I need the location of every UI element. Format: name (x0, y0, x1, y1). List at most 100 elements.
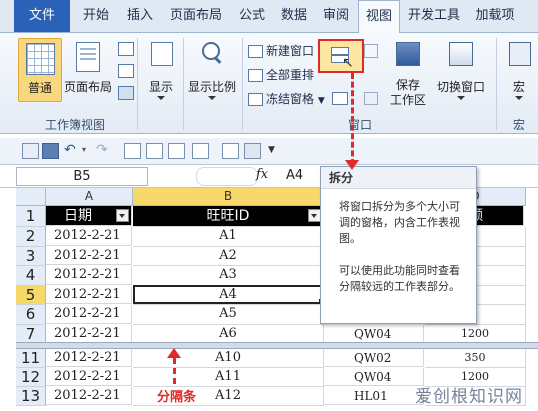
freeze-panes-icon (248, 93, 263, 106)
show-dropdown-icon (157, 96, 165, 100)
macros-icon (509, 42, 531, 66)
header-cell-id[interactable]: 旺旺ID (133, 206, 324, 227)
cell-date[interactable]: 2012-2-21 (46, 387, 132, 405)
row-header[interactable]: 6 (16, 305, 46, 325)
excel-icon[interactable] (22, 143, 39, 159)
normal-view-icon (26, 43, 55, 75)
tab-file[interactable]: 文件 (14, 0, 70, 32)
filter-dropdown-icon[interactable] (116, 209, 129, 222)
split-tooltip: 拆分 将窗口拆分为多个大小可调的窗格，内含工作表视图。 可以使用此功能同时查看分… (320, 166, 477, 324)
row-header[interactable]: 1 (16, 206, 46, 227)
redo-icon[interactable]: ↷ (96, 143, 111, 157)
cell-date[interactable]: 2012-2-21 (46, 285, 132, 304)
split-bar[interactable] (16, 342, 538, 349)
row-header[interactable]: 4 (16, 266, 46, 286)
save-icon[interactable] (42, 143, 59, 159)
cell-id[interactable]: A5 (133, 305, 324, 325)
cell-id[interactable]: A10 (133, 349, 324, 368)
freeze-panes-button[interactable]: 冻结窗格 ▼ (248, 90, 325, 107)
hide-window-icon[interactable] (332, 92, 348, 105)
page-break-preview-icon[interactable] (118, 42, 134, 56)
tab-page-layout[interactable]: 页面布局 (162, 0, 230, 32)
row-header[interactable]: 5 (16, 285, 46, 305)
cell-code[interactable]: QW02 (324, 349, 424, 367)
undo-icon[interactable]: ↶ (64, 143, 79, 157)
cell-date[interactable]: 2012-2-21 (46, 349, 132, 367)
tooltip-usage: 可以使用此功能同时查看分隔较远的工作表部分。 (339, 264, 460, 293)
new-window-button[interactable]: 新建窗口 (248, 42, 314, 59)
macros-button[interactable]: 宏 (502, 38, 536, 100)
arrange-all-button[interactable]: 全部重排 (248, 66, 314, 83)
name-box[interactable]: B5 (16, 167, 148, 186)
printer-icon[interactable] (244, 143, 261, 159)
split-bar-arrow-head-icon (167, 348, 181, 358)
unhide-window-icon[interactable] (364, 92, 378, 105)
tab-addins[interactable]: 加载项 (468, 0, 522, 32)
tab-insert[interactable]: 插入 (120, 0, 160, 32)
formula-input[interactable]: A4 (286, 168, 303, 183)
cell-code[interactable]: QW04 (324, 324, 424, 343)
tab-data[interactable]: 数据 (274, 0, 314, 32)
zoom-button[interactable]: 显示比例 (186, 38, 238, 100)
separator (137, 38, 138, 130)
cell-id[interactable]: A2 (133, 246, 324, 266)
magnifier-handle-icon (213, 56, 222, 64)
page-layout-button[interactable]: 页面布局 (62, 38, 114, 100)
column-header-a[interactable]: A (46, 188, 133, 206)
cell-date[interactable]: 2012-2-21 (46, 368, 132, 386)
freeze-panes-label: 冻结窗格 (266, 92, 315, 106)
separator (496, 38, 497, 130)
print-preview-icon[interactable] (124, 143, 141, 159)
cell-id[interactable]: A1 (133, 227, 324, 247)
switch-window-label: 切换窗口 (436, 80, 485, 94)
save-workspace-icon (396, 42, 420, 66)
copy-icon[interactable] (146, 143, 163, 159)
shape-icon[interactable] (192, 143, 209, 159)
formula-divider (196, 167, 258, 186)
row-header[interactable]: 12 (16, 368, 46, 387)
show-button[interactable]: 显示 (144, 38, 178, 100)
cell-code[interactable]: QW04 (324, 368, 424, 386)
cell-id[interactable]: A3 (133, 266, 324, 286)
cell-code[interactable]: HL01 (324, 387, 424, 405)
group-label-window: 窗口 (347, 118, 372, 132)
row-header[interactable]: 13 (16, 387, 46, 406)
sheet-icon[interactable] (222, 143, 239, 159)
cell-date[interactable]: 2012-2-21 (46, 227, 132, 246)
undo-dropdown-icon[interactable]: ▾ (82, 143, 97, 157)
side-by-side-icon[interactable] (364, 44, 378, 58)
custom-views-icon[interactable] (118, 64, 134, 78)
cell-date[interactable]: 2012-2-21 (46, 246, 132, 265)
row-header[interactable]: 11 (16, 349, 46, 368)
tab-developer[interactable]: 开发工具 (402, 0, 466, 32)
fx-icon[interactable]: fx (256, 167, 268, 182)
cell-date[interactable]: 2012-2-21 (46, 305, 132, 324)
customize-qat-icon[interactable]: ▼ (268, 143, 283, 157)
separator (242, 38, 243, 130)
header-cell-date[interactable]: 日期 (46, 206, 132, 226)
cell-id[interactable]: A11 (133, 368, 324, 387)
tab-formulas[interactable]: 公式 (232, 0, 272, 32)
row-header[interactable]: 3 (16, 246, 46, 266)
header-id-label: 旺旺ID (206, 208, 250, 224)
full-screen-icon[interactable] (118, 86, 134, 100)
cell-amount[interactable]: 350 (425, 349, 526, 368)
save-workspace-button[interactable]: 保存 工作区 (386, 38, 430, 108)
split-button[interactable]: ↖ (318, 39, 364, 73)
group-label-macros: 宏 (512, 118, 525, 132)
cell-date[interactable]: 2012-2-21 (46, 324, 132, 343)
normal-view-button[interactable]: 普通 (18, 38, 62, 102)
tab-view[interactable]: 视图 (358, 0, 400, 34)
switch-window-button[interactable]: 切换窗口 (432, 38, 490, 100)
cell-date[interactable]: 2012-2-21 (46, 266, 132, 285)
annotation-arrow-head-icon (345, 160, 359, 170)
column-header-b[interactable]: B (133, 188, 324, 206)
tab-home[interactable]: 开始 (74, 0, 118, 32)
tab-review[interactable]: 审阅 (316, 0, 356, 32)
tooltip-title: 拆分 (321, 167, 476, 189)
row-header[interactable]: 2 (16, 227, 46, 247)
select-all-corner[interactable] (16, 188, 46, 206)
split-bar-annotation-label: 分隔条 (157, 390, 197, 405)
arrange-all-label: 全部重排 (266, 68, 315, 82)
paste-icon[interactable] (168, 143, 185, 159)
